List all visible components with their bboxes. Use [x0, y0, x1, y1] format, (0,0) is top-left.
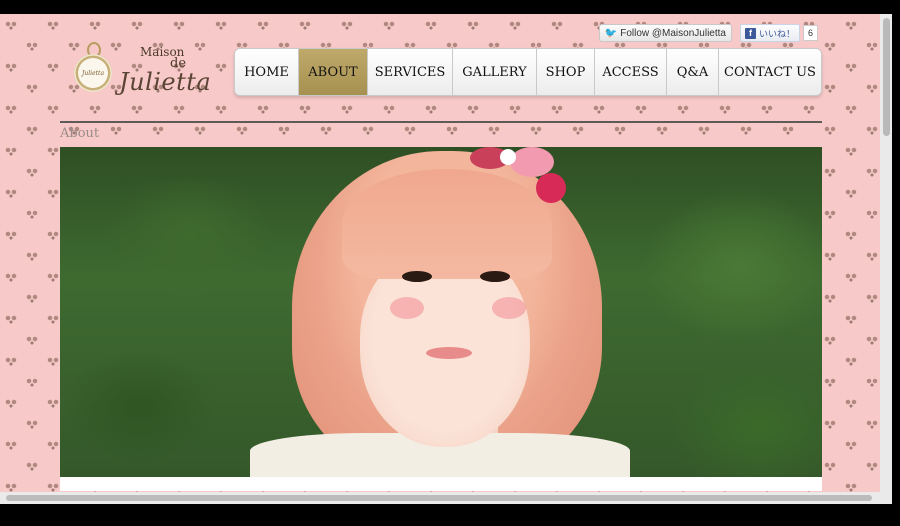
- flower-icon: [536, 173, 566, 203]
- page-breadcrumb: About: [60, 126, 100, 141]
- nav-qa[interactable]: Q&A: [667, 49, 719, 95]
- horizontal-scrollbar[interactable]: [0, 492, 880, 504]
- vertical-scrollbar[interactable]: [880, 14, 892, 504]
- facebook-icon: f: [744, 27, 756, 39]
- twitter-follow-label: Follow @MaisonJulietta: [620, 27, 726, 39]
- nav-home[interactable]: HOME: [235, 49, 299, 95]
- twitter-follow-button[interactable]: 🐦 Follow @MaisonJulietta: [598, 24, 732, 42]
- vertical-scroll-thumb[interactable]: [883, 18, 890, 136]
- hero-photo: [60, 147, 822, 477]
- watch-face-text: Julietta: [81, 69, 105, 77]
- site-logo[interactable]: Julietta Maison de Julietta: [74, 42, 214, 102]
- pocket-watch-icon: Julietta: [74, 54, 112, 92]
- facebook-like-button[interactable]: f いいね！: [739, 24, 800, 42]
- nav-access[interactable]: ACCESS: [595, 49, 667, 95]
- main-nav: HOME ABOUT SERVICES GALLERY SHOP ACCESS …: [234, 48, 822, 96]
- content-bottom-strip: [60, 477, 822, 491]
- twitter-bird-icon: 🐦: [604, 27, 618, 39]
- facebook-like-label: いいね！: [758, 28, 795, 39]
- facebook-like: f いいね！ 6: [739, 24, 818, 42]
- nav-about[interactable]: ABOUT: [299, 49, 368, 95]
- nav-gallery[interactable]: GALLERY: [453, 49, 537, 95]
- logo-julietta: Julietta: [119, 68, 212, 96]
- photo-cheek-left: [390, 297, 424, 319]
- photo-eye-left: [402, 271, 432, 282]
- horizontal-scroll-thumb[interactable]: [6, 495, 872, 501]
- photo-bangs: [342, 169, 552, 279]
- flower-icon: [500, 149, 516, 165]
- photo-cheek-right: [492, 297, 526, 319]
- photo-eye-right: [480, 271, 510, 282]
- photo-lips: [426, 347, 472, 359]
- header-divider: [60, 121, 822, 123]
- browser-window: 🐦 Follow @MaisonJulietta f いいね！ 6 Juliet…: [0, 14, 892, 504]
- facebook-like-count: 6: [802, 25, 818, 41]
- nav-services[interactable]: SERVICES: [368, 49, 453, 95]
- nav-shop[interactable]: SHOP: [537, 49, 595, 95]
- social-buttons: 🐦 Follow @MaisonJulietta f いいね！ 6: [598, 24, 818, 42]
- nav-contact-us[interactable]: CONTACT US: [719, 49, 821, 95]
